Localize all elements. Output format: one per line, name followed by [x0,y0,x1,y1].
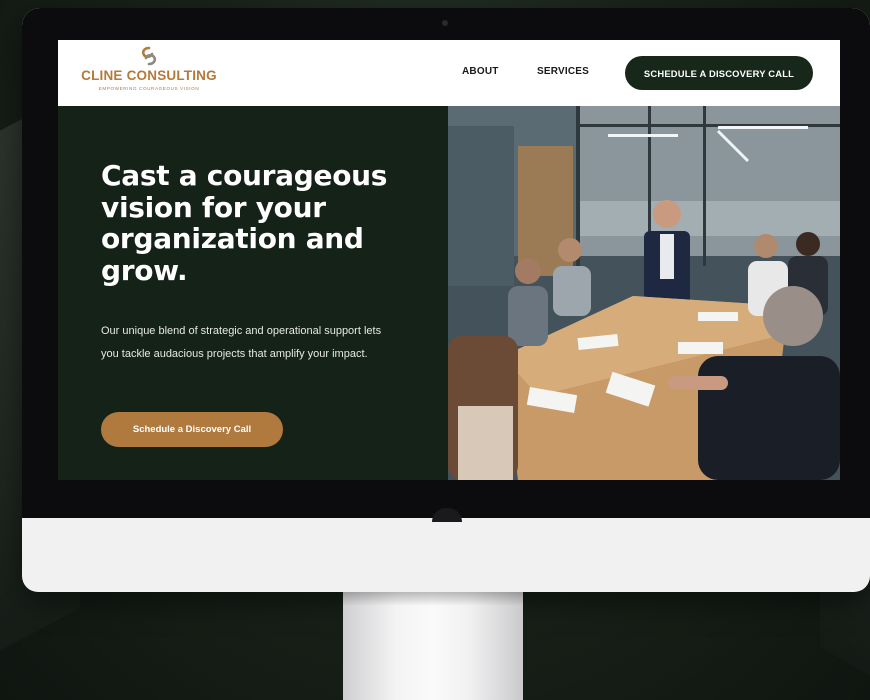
brand-logo[interactable]: CLINE CONSULTING EMPOWERING COURAGEOUS V… [74,46,224,102]
site-header: CLINE CONSULTING EMPOWERING COURAGEOUS V… [58,40,840,106]
monitor-bezel: CLINE CONSULTING EMPOWERING COURAGEOUS V… [22,8,870,518]
monitor-stand [343,592,523,700]
meeting-photo-illustration [448,106,840,480]
hero-panel: Cast a courageous vision for your organi… [58,106,448,480]
brand-name: CLINE CONSULTING [81,68,217,83]
hero-cta-button[interactable]: Schedule a Discovery Call [101,412,283,447]
hero-title: Cast a courageous vision for your organi… [101,159,388,287]
nav-about-link[interactable]: ABOUT [462,66,499,77]
nav-services-link[interactable]: SERVICES [537,66,589,77]
website-screen: CLINE CONSULTING EMPOWERING COURAGEOUS V… [58,40,840,480]
hero-meeting-photo [448,106,840,480]
interlocking-rings-logo-icon [141,46,157,66]
stand-shadow [343,592,523,606]
brand-tagline: EMPOWERING COURAGEOUS VISION [98,86,200,91]
hero-description: Our unique blend of strategic and operat… [101,325,382,360]
monitor: CLINE CONSULTING EMPOWERING COURAGEOUS V… [22,8,870,592]
schedule-discovery-call-button[interactable]: SCHEDULE A DISCOVERY CALL [625,56,813,90]
camera-icon [442,20,448,26]
